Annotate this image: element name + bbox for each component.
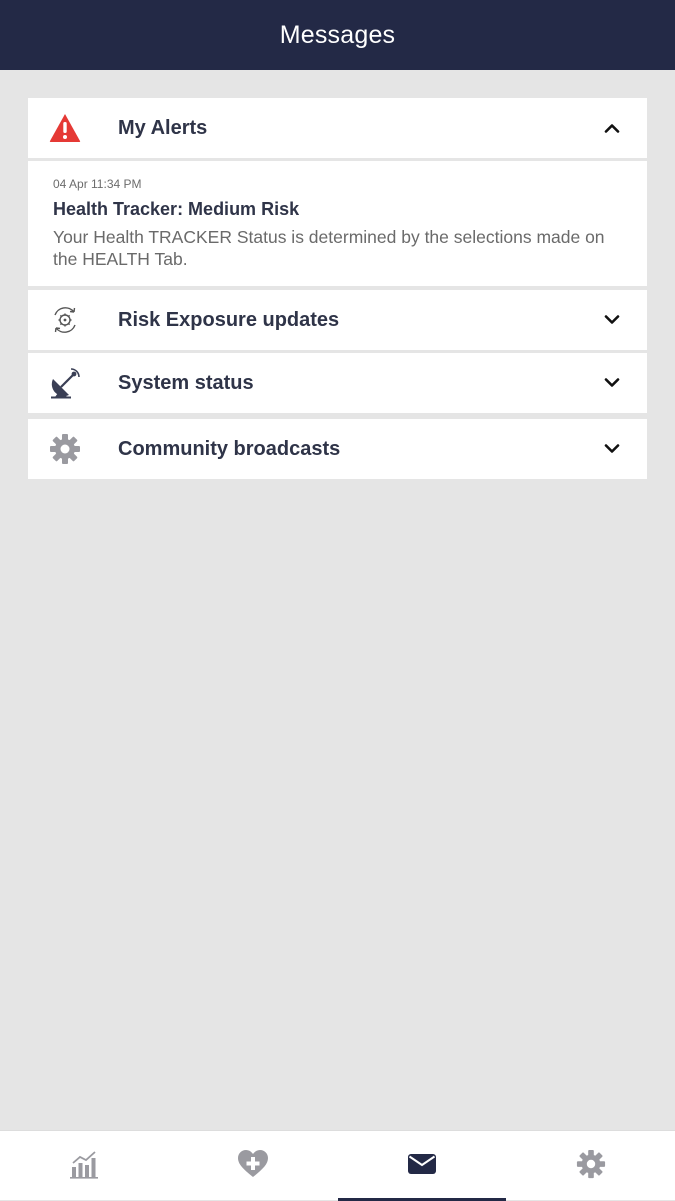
bottom-navigation [0,1130,675,1201]
app-header: Messages [0,0,675,70]
chevron-up-icon[interactable] [603,119,621,137]
section-risk-exposure[interactable]: Risk Exposure updates [28,290,647,350]
virus-cycle-icon [48,303,82,337]
nav-tab-messages[interactable] [337,1131,507,1201]
gear-icon [576,1149,606,1184]
section-label: Risk Exposure updates [118,308,340,331]
section-label: My Alerts [118,116,208,139]
envelope-icon [407,1152,437,1181]
section-label: System status [118,371,254,394]
chevron-down-icon[interactable] [603,440,621,458]
satellite-dish-icon [48,366,82,400]
section-my-alerts[interactable]: My Alerts [28,98,647,158]
alert-body: Your Health TRACKER Status is determined… [53,227,605,269]
section-system-status[interactable]: System status [28,353,647,413]
section-community-broadcasts[interactable]: Community broadcasts [28,419,647,479]
nav-tab-health[interactable] [169,1131,338,1201]
chart-icon [69,1149,99,1184]
alert-timestamp: 04 Apr 11:34 PM [53,177,142,191]
gear-icon [48,432,82,466]
heart-plus-icon [237,1149,269,1184]
page-title: Messages [279,20,396,49]
section-label: Community broadcasts [118,437,341,460]
chevron-down-icon[interactable] [603,311,621,329]
nav-tab-settings[interactable] [506,1131,675,1201]
nav-tab-stats[interactable] [0,1131,169,1201]
alert-list-item[interactable]: 04 Apr 11:34 PM Health Tracker: Medium R… [28,161,647,286]
alert-title: Health Tracker: Medium Risk [53,199,300,219]
chevron-down-icon[interactable] [603,374,621,392]
warning-triangle-icon [48,111,82,145]
